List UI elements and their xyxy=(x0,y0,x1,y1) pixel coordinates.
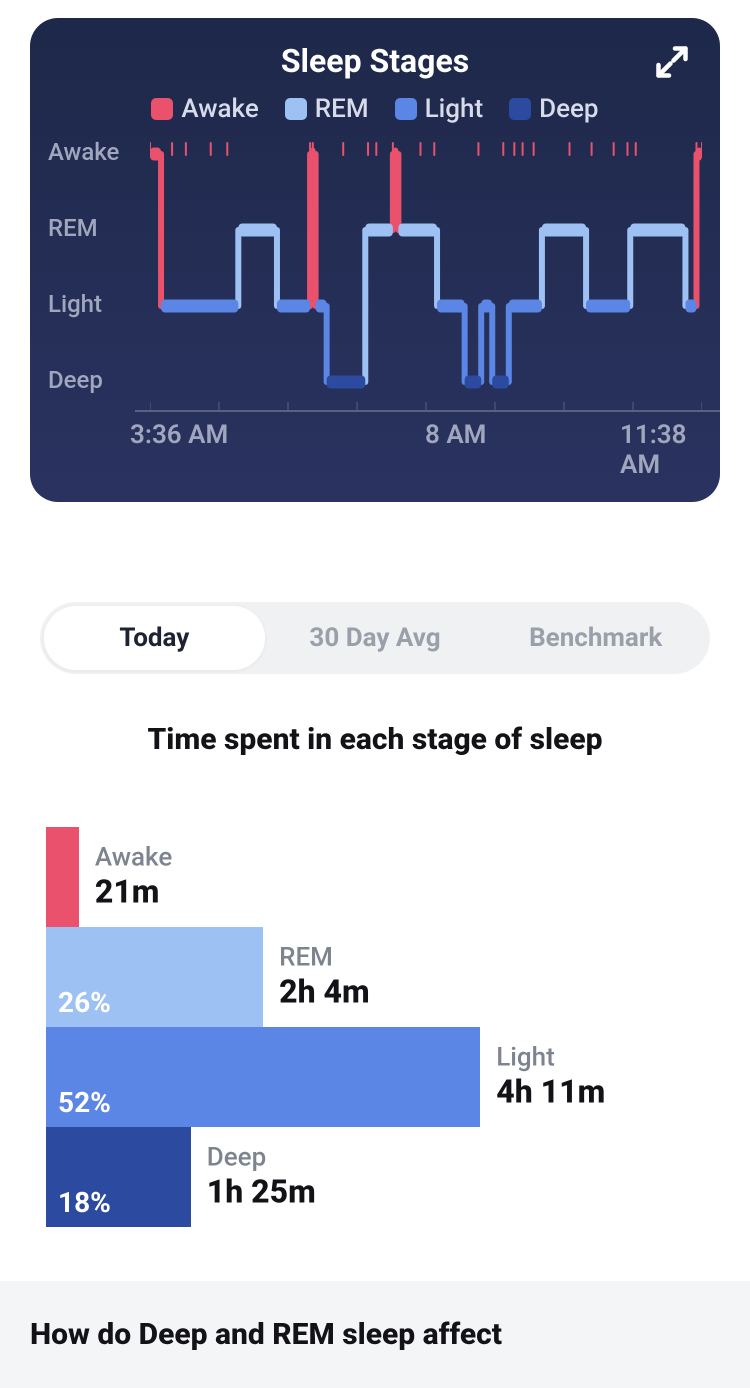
tab-30-day-avg[interactable]: 30 Day Avg xyxy=(265,606,486,670)
stage-labels: Awake 21m xyxy=(95,844,172,911)
x-axis-label: 8 AM xyxy=(425,420,486,450)
legend-swatch xyxy=(509,98,531,120)
legend-label: REM xyxy=(315,94,369,124)
stage-duration: 4h 11m xyxy=(496,1072,605,1110)
tab-today[interactable]: Today xyxy=(44,606,265,670)
y-axis-label: Light xyxy=(48,290,102,318)
tab-benchmark[interactable]: Benchmark xyxy=(485,606,706,670)
chart-legend: Awake REM Light Deep xyxy=(30,94,720,124)
stage-labels: Light 4h 11m xyxy=(496,1044,605,1111)
card-title: Sleep Stages xyxy=(30,42,720,80)
legend-swatch xyxy=(395,98,417,120)
stage-bar: 26% xyxy=(46,927,263,1027)
stage-row-rem: 26% REM 2h 4m xyxy=(46,927,704,1027)
legend-item-awake: Awake xyxy=(151,94,258,124)
stage-labels: REM 2h 4m xyxy=(279,944,370,1011)
x-axis-label: 3:36 AM xyxy=(130,420,228,450)
stage-bar xyxy=(46,827,79,927)
info-section: How do Deep and REM sleep affect xyxy=(0,1281,750,1388)
stage-duration: 1h 25m xyxy=(207,1172,316,1210)
legend-label: Deep xyxy=(539,94,598,124)
legend-item-deep: Deep xyxy=(509,94,598,124)
stats-tabs: Today30 Day AvgBenchmark xyxy=(40,602,710,674)
legend-item-light: Light xyxy=(395,94,484,124)
x-axis-labels: 3:36 AM8 AM11:38 AM xyxy=(30,420,720,460)
stage-bar: 18% xyxy=(46,1127,191,1227)
stage-name: Awake xyxy=(95,844,172,873)
stage-percent: 18% xyxy=(58,1186,111,1219)
y-axis-label: Awake xyxy=(48,138,119,166)
stage-percent: 52% xyxy=(58,1086,111,1119)
legend-item-rem: REM xyxy=(285,94,369,124)
y-axis-label: REM xyxy=(48,214,98,242)
stage-bar: 52% xyxy=(46,1027,480,1127)
stage-percent: 26% xyxy=(58,986,111,1019)
stage-name: REM xyxy=(279,944,370,973)
y-axis-label: Deep xyxy=(48,366,103,394)
legend-label: Light xyxy=(425,94,484,124)
x-axis-label: 11:38 AM xyxy=(620,420,720,480)
info-section-title: How do Deep and REM sleep affect xyxy=(30,1317,720,1352)
sleep-stages-card: Sleep Stages Awake REM Light Deep Awake REM L… xyxy=(30,18,720,502)
sleep-stage-chart[interactable]: AwakeREMLightDeep xyxy=(30,142,720,412)
stage-duration: 2h 4m xyxy=(279,972,370,1010)
legend-swatch xyxy=(285,98,307,120)
expand-icon[interactable] xyxy=(654,44,690,80)
legend-label: Awake xyxy=(181,94,258,124)
stage-row-light: 52% Light 4h 11m xyxy=(46,1027,704,1127)
legend-swatch xyxy=(151,98,173,120)
stage-row-awake: Awake 21m xyxy=(46,827,704,927)
stage-duration: 21m xyxy=(95,872,172,910)
stage-name: Light xyxy=(496,1044,605,1073)
stage-name: Deep xyxy=(207,1144,316,1173)
stage-row-deep: 18% Deep 1h 25m xyxy=(46,1127,704,1227)
section-title: Time spent in each stage of sleep xyxy=(0,722,750,757)
stage-duration-bars: Awake 21m 26% REM 2h 4m 52% Light 4h 11m 18% D… xyxy=(46,827,704,1227)
stage-labels: Deep 1h 25m xyxy=(207,1144,316,1211)
